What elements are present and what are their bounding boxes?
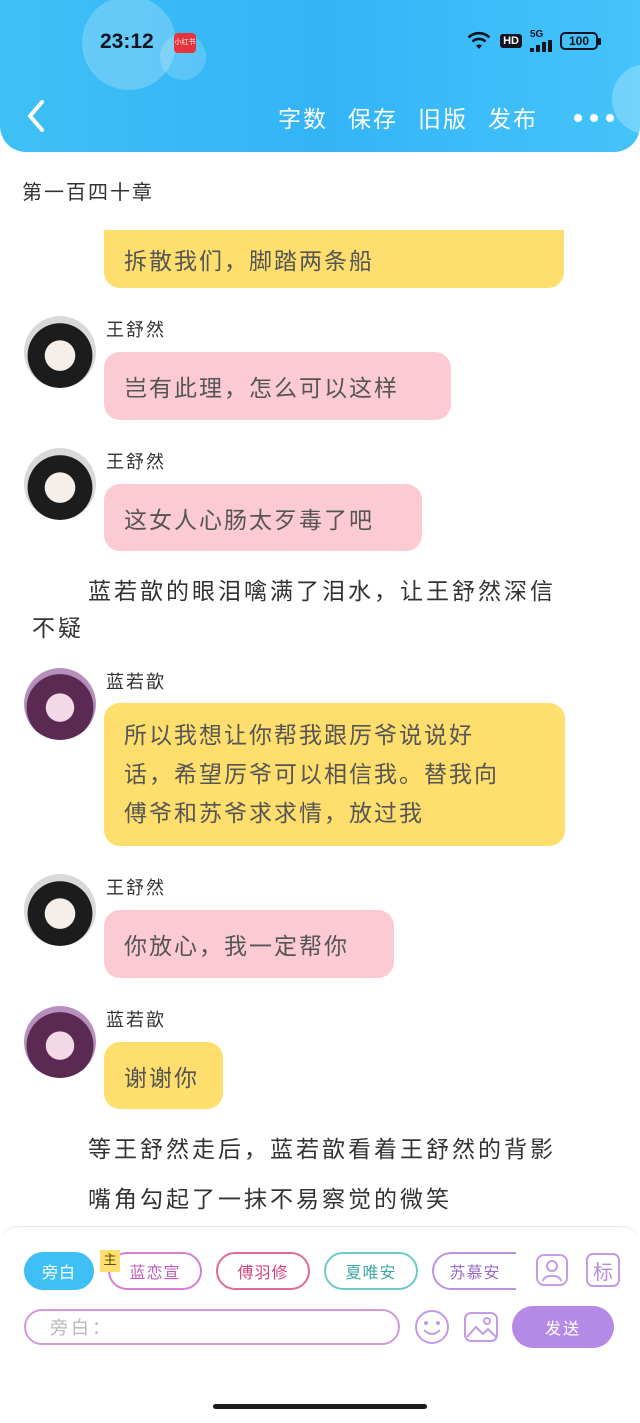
avatar[interactable] bbox=[24, 1006, 96, 1078]
main-character-tag: 主 bbox=[100, 1250, 120, 1272]
speaker-name: 蓝若歆 bbox=[106, 672, 166, 693]
character-chip-narrator[interactable]: 旁白 bbox=[24, 1252, 94, 1290]
decor-circle bbox=[612, 64, 640, 134]
top-header: 23:12 小红书 HD 5G 100 字数 保存 旧版 发布 bbox=[0, 0, 640, 152]
character-chip[interactable]: 傅羽修 bbox=[216, 1252, 310, 1290]
avatar[interactable] bbox=[24, 448, 96, 520]
avatar[interactable] bbox=[24, 668, 96, 740]
message-text: 谢谢你 bbox=[124, 1065, 199, 1092]
cellular-signal-icon: 5G bbox=[530, 30, 552, 52]
word-count-button[interactable]: 字数 bbox=[278, 100, 328, 134]
toolbar-actions: 字数 保存 旧版 发布 bbox=[278, 100, 538, 134]
message-text-line: 话，希望厉爷可以相信我。替我向 bbox=[124, 762, 499, 788]
character-chip[interactable]: 苏慕安 bbox=[432, 1252, 516, 1290]
message-input[interactable]: 旁白： bbox=[24, 1309, 400, 1345]
speaker-name: 王舒然 bbox=[106, 878, 166, 899]
message-text: 拆散我们，脚踏两条船 bbox=[124, 249, 374, 275]
notification-app-icon: 小红书 bbox=[174, 33, 196, 53]
status-time: 23:12 bbox=[100, 30, 154, 53]
narration-line: 蓝若歆的眼泪噙满了泪水，让王舒然深信 bbox=[88, 579, 556, 605]
narration-line: 等王舒然走后，蓝若歆看着王舒然的背影 bbox=[88, 1137, 556, 1163]
network-type-label: 5G bbox=[530, 29, 544, 40]
message-text: 岂有此理，怎么可以这样 bbox=[124, 376, 399, 402]
message-text-line: 所以我想让你帮我跟厉爷说说好 bbox=[124, 723, 474, 749]
save-button[interactable]: 保存 bbox=[348, 100, 398, 134]
message-bubble[interactable]: 谢谢你 bbox=[104, 1042, 223, 1109]
back-arrow-icon[interactable] bbox=[22, 96, 52, 136]
add-character-icon[interactable] bbox=[535, 1253, 569, 1287]
message-text-line: 傅爷和苏爷求求情，放过我 bbox=[124, 801, 424, 827]
hd-badge: HD bbox=[500, 34, 522, 48]
message-text: 你放心，我一定帮你 bbox=[124, 934, 349, 960]
character-chip[interactable]: 蓝恋宣 bbox=[108, 1252, 202, 1290]
old-version-button[interactable]: 旧版 bbox=[418, 100, 468, 134]
message-bubble[interactable]: 这女人心肠太歹毒了吧 bbox=[104, 484, 422, 551]
more-options-icon[interactable] bbox=[574, 108, 614, 128]
message-bubble[interactable]: 拆散我们，脚踏两条船 bbox=[104, 230, 564, 288]
publish-button[interactable]: 发布 bbox=[488, 100, 538, 134]
message-bubble[interactable]: 你放心，我一定帮你 bbox=[104, 910, 394, 978]
speaker-name: 蓝若歆 bbox=[106, 1010, 166, 1031]
message-bubble[interactable]: 所以我想让你帮我跟厉爷说说好 话，希望厉爷可以相信我。替我向 傅爷和苏爷求求情，… bbox=[104, 703, 565, 846]
image-icon[interactable] bbox=[463, 1309, 499, 1345]
narration-line: 嘴角勾起了一抹不易察觉的微笑 bbox=[88, 1187, 452, 1213]
tag-button[interactable]: 标 bbox=[586, 1253, 620, 1287]
speaker-name: 王舒然 bbox=[106, 452, 166, 473]
wifi-icon bbox=[467, 31, 491, 49]
battery-icon: 100 bbox=[560, 32, 601, 50]
send-button[interactable]: 发送 bbox=[512, 1306, 614, 1348]
message-bubble[interactable]: 岂有此理，怎么可以这样 bbox=[104, 352, 451, 420]
avatar[interactable] bbox=[24, 316, 96, 388]
speaker-name: 王舒然 bbox=[106, 320, 166, 341]
narration-line: 不疑 bbox=[32, 616, 84, 642]
chapter-title: 第一百四十章 bbox=[22, 180, 154, 204]
input-placeholder: 旁白： bbox=[50, 1318, 113, 1339]
message-text: 这女人心肠太歹毒了吧 bbox=[124, 507, 374, 534]
character-chip[interactable]: 夏唯安 bbox=[324, 1252, 418, 1290]
tag-button-label: 标 bbox=[593, 1259, 613, 1284]
home-indicator[interactable] bbox=[213, 1404, 427, 1409]
status-indicators: HD 5G 100 bbox=[466, 30, 601, 52]
avatar[interactable] bbox=[24, 874, 96, 946]
emoji-icon[interactable] bbox=[414, 1309, 450, 1345]
